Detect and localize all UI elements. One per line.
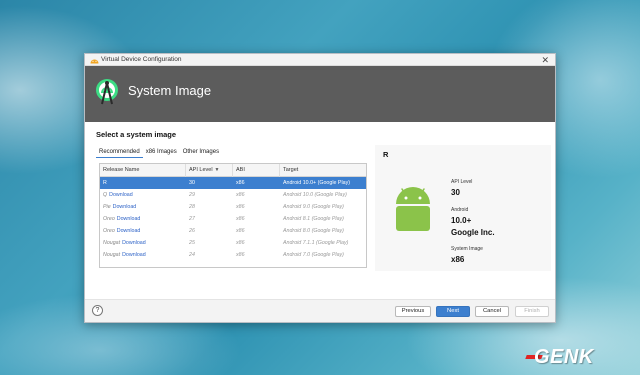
release-name-cell: Pie Download [100, 201, 186, 213]
table-row[interactable]: Oreo Download 26 x86 Android 8.0 (Google … [100, 225, 366, 237]
download-link[interactable]: Download [122, 240, 146, 246]
table-row[interactable]: Nougat Download 25 x86 Android 7.1.1 (Goo… [100, 237, 366, 249]
image-tabs: Recommended x86 Images Other Images [96, 147, 222, 158]
tab-other-images[interactable]: Other Images [180, 147, 222, 158]
system-image-details: R API Level 30 Android 10.0+ Google Inc.… [375, 145, 551, 271]
wizard-footer: ? Previous Next Cancel Finish [85, 299, 555, 322]
abi-cell: x86 [236, 240, 245, 246]
vendor-value: Google Inc. [451, 228, 495, 237]
table-header: Release Name API Level ▼ ABI Target [100, 164, 366, 177]
virtual-device-configuration-window: Virtual Device Configuration ✕ System Im… [84, 53, 556, 323]
tab-x86-images[interactable]: x86 Images [143, 147, 180, 158]
target-cell: Android 8.0 (Google Play) [283, 228, 344, 234]
api-level-cell: 25 [189, 240, 195, 246]
abi-cell: x86 [236, 180, 245, 186]
table-row[interactable]: Q Download 29 x86 Android 10.0 (Google Pl… [100, 189, 366, 201]
target-cell: Android 10.0+ (Google Play) [283, 180, 350, 186]
column-header-abi[interactable]: ABI [233, 164, 280, 177]
column-header-label: Target [283, 167, 299, 173]
api-level-cell: 29 [189, 192, 195, 198]
abi-cell: x86 [236, 216, 245, 222]
api-level-cell: 27 [189, 216, 195, 222]
system-image-value: x86 [451, 255, 465, 264]
api-level-cell: 26 [189, 228, 195, 234]
watermark-text: GENK [534, 346, 594, 368]
download-link[interactable]: Download [109, 192, 133, 198]
target-cell: Android 7.0 (Google Play) [283, 252, 344, 258]
column-header-label: API Level [189, 167, 213, 173]
next-button[interactable]: Next [436, 306, 470, 317]
release-name: Nougat [103, 252, 121, 258]
release-name-cell: Q Download [100, 189, 186, 201]
android-label: Android [451, 207, 469, 213]
target-cell: Android 7.1.1 (Google Play) [283, 240, 349, 246]
genk-watermark: GENK [524, 346, 634, 368]
android-robot-icon [396, 187, 430, 231]
table-row[interactable]: Nougat Download 24 x86 Android 7.0 (Googl… [100, 249, 366, 261]
android-studio-logo-icon [96, 79, 118, 105]
column-header-api-level[interactable]: API Level ▼ [186, 164, 233, 177]
target-cell: Android 10.0 (Google Play) [283, 192, 347, 198]
previous-button[interactable]: Previous [395, 306, 431, 317]
download-link[interactable]: Download [117, 228, 141, 234]
abi-cell: x86 [236, 252, 245, 258]
column-header-label: ABI [236, 167, 245, 173]
release-name: Q [103, 192, 108, 198]
title-bar: Virtual Device Configuration ✕ [85, 54, 555, 66]
release-name: Oreo [103, 228, 115, 234]
abi-cell: x86 [236, 192, 245, 198]
download-link[interactable]: Download [122, 252, 146, 258]
abi-cell: x86 [236, 228, 245, 234]
tab-recommended[interactable]: Recommended [96, 147, 143, 158]
help-button[interactable]: ? [92, 305, 103, 316]
target-cell: Android 8.1 (Google Play) [283, 216, 344, 222]
release-name: Oreo [103, 216, 115, 222]
android-version-value: 10.0+ [451, 216, 472, 225]
release-name-cell: Oreo Download [100, 225, 186, 237]
sort-desc-icon: ▼ [214, 167, 220, 173]
system-image-label: System Image [451, 246, 483, 252]
wizard-header: System Image [85, 66, 555, 122]
detail-title: R [383, 150, 389, 159]
download-link[interactable]: Download [117, 216, 141, 222]
table-row[interactable]: Pie Download 28 x86 Android 9.0 (Google P… [100, 201, 366, 213]
close-icon[interactable]: ✕ [541, 54, 549, 66]
cancel-button[interactable]: Cancel [475, 306, 509, 317]
release-name: Nougat [103, 240, 121, 246]
table-row[interactable]: Oreo Download 27 x86 Android 8.1 (Google … [100, 213, 366, 225]
api-level-cell: 28 [189, 204, 195, 210]
system-image-table: Release Name API Level ▼ ABI Target R 30 … [99, 163, 367, 268]
window-title: Virtual Device Configuration [101, 56, 182, 63]
api-level-value: 30 [451, 188, 460, 197]
abi-cell: x86 [236, 204, 245, 210]
api-level-label: API Level [451, 179, 473, 185]
release-name-cell: Nougat Download [100, 249, 186, 261]
page-title: System Image [128, 83, 212, 98]
column-header-label: Release Name [103, 167, 140, 173]
release-name-cell: Nougat Download [100, 237, 186, 249]
table-row[interactable]: R 30 x86 Android 10.0+ (Google Play) [100, 177, 366, 189]
column-header-release-name[interactable]: Release Name [100, 164, 186, 177]
api-level-cell: 24 [189, 252, 195, 258]
android-studio-icon [90, 59, 99, 64]
release-name: R [103, 180, 107, 186]
download-link[interactable]: Download [113, 204, 137, 210]
release-name-cell: Oreo Download [100, 213, 186, 225]
column-header-target[interactable]: Target [280, 164, 366, 177]
release-name: Pie [103, 204, 111, 210]
section-title: Select a system image [96, 130, 177, 139]
finish-button[interactable]: Finish [515, 306, 549, 317]
release-name-cell: R [100, 177, 186, 189]
api-level-cell: 30 [189, 180, 195, 186]
target-cell: Android 9.0 (Google Play) [283, 204, 344, 210]
